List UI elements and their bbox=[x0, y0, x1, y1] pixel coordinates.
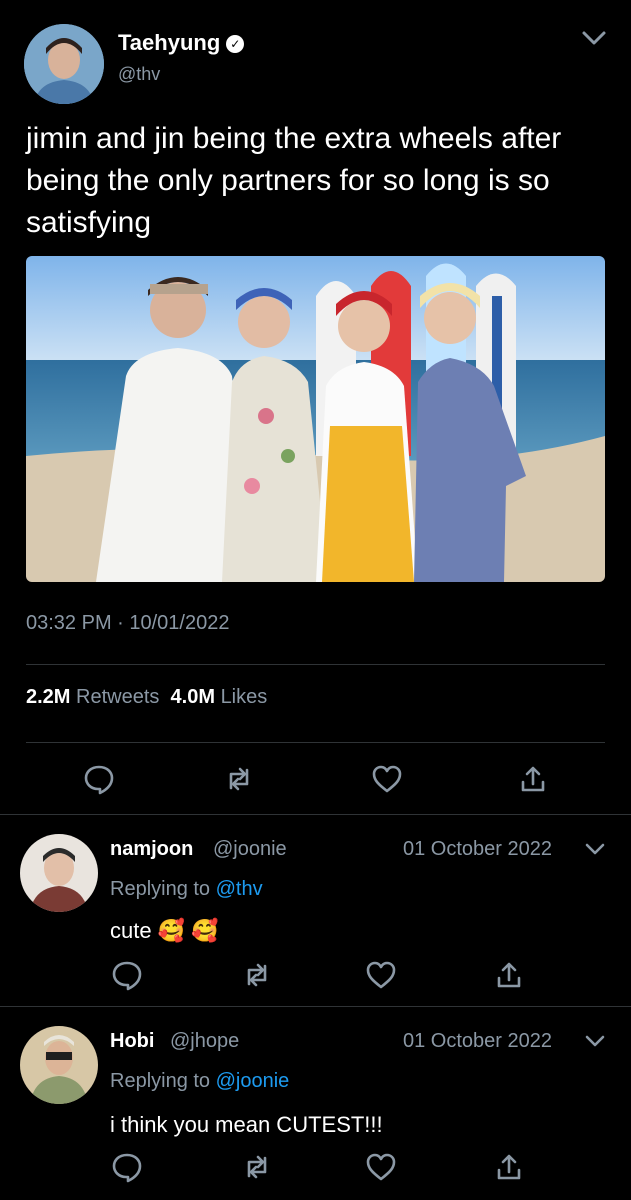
retweets-label[interactable]: Retweets bbox=[76, 686, 159, 708]
chevron-down-icon[interactable] bbox=[578, 22, 610, 54]
replying-to-label: Replying to bbox=[110, 1070, 211, 1092]
reply-icon[interactable] bbox=[110, 958, 144, 992]
retweet-icon[interactable] bbox=[222, 762, 256, 796]
retweet-icon[interactable] bbox=[240, 958, 274, 992]
reply-author-handle[interactable]: @joonie bbox=[213, 838, 287, 861]
replying-to: Replying to @thv bbox=[110, 878, 263, 901]
reply-avatar[interactable] bbox=[20, 834, 98, 912]
retweets-count[interactable]: 2.2M bbox=[26, 686, 70, 708]
reply-text: cute 🥰 🥰 bbox=[110, 918, 219, 943]
reply-icon[interactable] bbox=[110, 1150, 144, 1184]
tweet-photo[interactable] bbox=[26, 256, 605, 582]
divider bbox=[0, 814, 631, 815]
tweet-stats: 2.2M Retweets 4.0M Likes bbox=[26, 686, 267, 709]
reply-text: i think you mean CUTEST!!! bbox=[110, 1112, 383, 1137]
reply-icon[interactable] bbox=[82, 762, 116, 796]
reply-date[interactable]: 01 October 2022 bbox=[403, 1030, 552, 1053]
like-icon[interactable] bbox=[364, 1150, 398, 1184]
reply-author-handle[interactable]: @jhope bbox=[170, 1030, 239, 1053]
reply-author-name[interactable]: Hobi bbox=[110, 1030, 154, 1053]
divider bbox=[26, 664, 605, 665]
divider bbox=[26, 742, 605, 743]
likes-count[interactable]: 4.0M bbox=[171, 686, 215, 708]
tweet-timestamp[interactable]: 03:32 PM · 10/01/2022 bbox=[26, 612, 229, 635]
share-icon[interactable] bbox=[492, 1150, 526, 1184]
reply-date[interactable]: 01 October 2022 bbox=[403, 838, 552, 861]
like-icon[interactable] bbox=[364, 958, 398, 992]
likes-label[interactable]: Likes bbox=[221, 686, 268, 708]
replying-to-label: Replying to bbox=[110, 878, 211, 900]
share-icon[interactable] bbox=[492, 958, 526, 992]
chevron-down-icon[interactable] bbox=[582, 836, 608, 862]
reply-avatar[interactable] bbox=[20, 1026, 98, 1104]
author-name[interactable]: Taehyung ✓ bbox=[118, 30, 245, 56]
replying-to: Replying to @joonie bbox=[110, 1070, 289, 1093]
verified-badge-icon: ✓ bbox=[226, 35, 245, 53]
chevron-down-icon[interactable] bbox=[582, 1028, 608, 1054]
replying-to-link[interactable]: @thv bbox=[216, 878, 263, 900]
tweet-text: jimin and jin being the extra wheels aft… bbox=[26, 122, 562, 239]
retweet-icon[interactable] bbox=[240, 1150, 274, 1184]
replying-to-link[interactable]: @joonie bbox=[216, 1070, 290, 1092]
author-handle[interactable]: @thv bbox=[118, 64, 160, 85]
author-name-text: Taehyung bbox=[118, 30, 221, 55]
reply-author-name[interactable]: namjoon bbox=[110, 838, 193, 861]
author-avatar[interactable] bbox=[24, 24, 104, 104]
like-icon[interactable] bbox=[370, 762, 404, 796]
share-icon[interactable] bbox=[516, 762, 550, 796]
divider bbox=[0, 1006, 631, 1007]
